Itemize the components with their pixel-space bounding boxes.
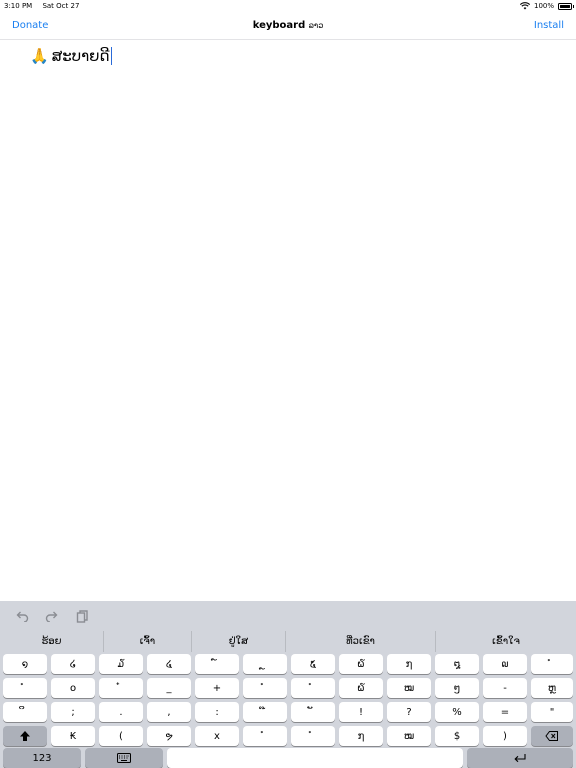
key[interactable]: ໗ [339,726,383,746]
key[interactable]: ໊ [243,702,287,722]
install-button[interactable]: Install [534,20,564,31]
key[interactable]: . [99,702,143,722]
key[interactable]: x [195,726,239,746]
numbers-key[interactable]: 123 [3,748,81,768]
key[interactable]: - [483,678,527,698]
redo-icon[interactable] [44,608,60,624]
return-key[interactable] [467,748,573,768]
delete-icon [545,731,558,741]
keyboard-toolbar [0,601,576,631]
key[interactable]: ) [483,726,527,746]
keyboard-switch-key[interactable] [85,748,163,768]
key[interactable]: ຼ [243,654,287,674]
key[interactable]: ັ [291,702,335,722]
donate-button[interactable]: Donate [12,20,48,31]
keyboard: ຮ້ອຍ ເຈົ້າ ຢູ່ໃສ ທີ່ວເຂົາ ເຂົ້າໃຈ ໑ ໒ ໓ … [0,601,576,768]
key[interactable]: ໍ [243,726,287,746]
suggestion-item[interactable]: ຢູ່ໃສ [192,631,286,652]
key[interactable]: ຫຼ [531,678,573,698]
shift-icon [20,731,30,741]
title-text: keyboard [252,20,306,31]
shift-key[interactable] [3,726,47,746]
screen: 3:10 PM Sat Oct 27 100% Donate keyboard … [0,0,576,768]
text-editor[interactable]: 🙏 ສະບາຍດີ [0,41,576,601]
delete-key[interactable] [531,726,573,746]
status-time: 3:10 PM [4,2,33,10]
key[interactable]: ໝ [387,678,431,698]
page-title: keyboard ລາວ [0,20,576,31]
key[interactable]: ໔ [147,654,191,674]
key[interactable]: % [435,702,479,722]
key[interactable]: ໐ [51,678,95,698]
key[interactable]: ຯ [147,726,191,746]
key[interactable]: ໍ [291,726,335,746]
key[interactable]: ໓ [99,654,143,674]
key[interactable]: ໋ [99,678,143,698]
key[interactable]: _ [147,678,191,698]
key[interactable]: ໍ [243,678,287,698]
key[interactable]: ິ [3,702,47,722]
key[interactable]: ໘ [435,654,479,674]
key[interactable]: ໍ [3,678,47,698]
key[interactable]: $ [435,726,479,746]
suggestion-item[interactable]: ຮ້ອຍ [0,631,104,652]
key[interactable]: = [483,702,527,722]
status-date: Sat Oct 27 [42,2,80,10]
clipboard-icon[interactable] [74,608,90,624]
battery-icon [558,2,574,10]
key[interactable]: ? [387,702,431,722]
key[interactable]: ໖ [339,678,383,698]
key[interactable]: ໕ [291,654,335,674]
key[interactable]: + [195,678,239,698]
keyboard-icon [117,753,131,763]
undo-icon[interactable] [14,608,30,624]
key[interactable]: ໝ [387,726,431,746]
key[interactable]: ໙ [483,654,527,674]
text-line: 🙏 ສະບາຍດີ [30,45,546,67]
title-lao: ລາວ [308,21,324,30]
suggestion-item[interactable]: ທີ່ວເຂົາ [286,631,436,652]
key[interactable]: ! [339,702,383,722]
key[interactable]: ; [51,702,95,722]
status-bar: 3:10 PM Sat Oct 27 100% [0,0,576,12]
key[interactable]: ໍ [291,678,335,698]
key[interactable]: ໖ [339,654,383,674]
space-bar[interactable] [167,748,463,768]
battery-percent: 100% [533,2,554,10]
return-icon [514,754,526,763]
key[interactable]: ໌ [195,654,239,674]
key[interactable]: : [195,702,239,722]
typed-text: ສະບາຍດີ [51,47,110,65]
key[interactable]: ₭ [51,726,95,746]
key[interactable]: ໆ [435,678,479,698]
wifi-icon [519,2,530,10]
text-caret [110,47,113,65]
suggestion-item[interactable]: ເຂົ້າໃຈ [436,631,576,652]
pray-emoji: 🙏 [30,47,49,65]
key[interactable]: ( [99,726,143,746]
nav-bar: Donate keyboard ລາວ Install [0,12,576,40]
key[interactable]: , [147,702,191,722]
key[interactable]: ໗ [387,654,431,674]
suggestion-bar: ຮ້ອຍ ເຈົ້າ ຢູ່ໃສ ທີ່ວເຂົາ ເຂົ້າໃຈ [0,631,576,652]
key[interactable]: ໍ [531,654,573,674]
suggestion-item[interactable]: ເຈົ້າ [104,631,192,652]
key[interactable]: ໒ [51,654,95,674]
key[interactable]: " [531,702,573,722]
key[interactable]: ໑ [3,654,47,674]
